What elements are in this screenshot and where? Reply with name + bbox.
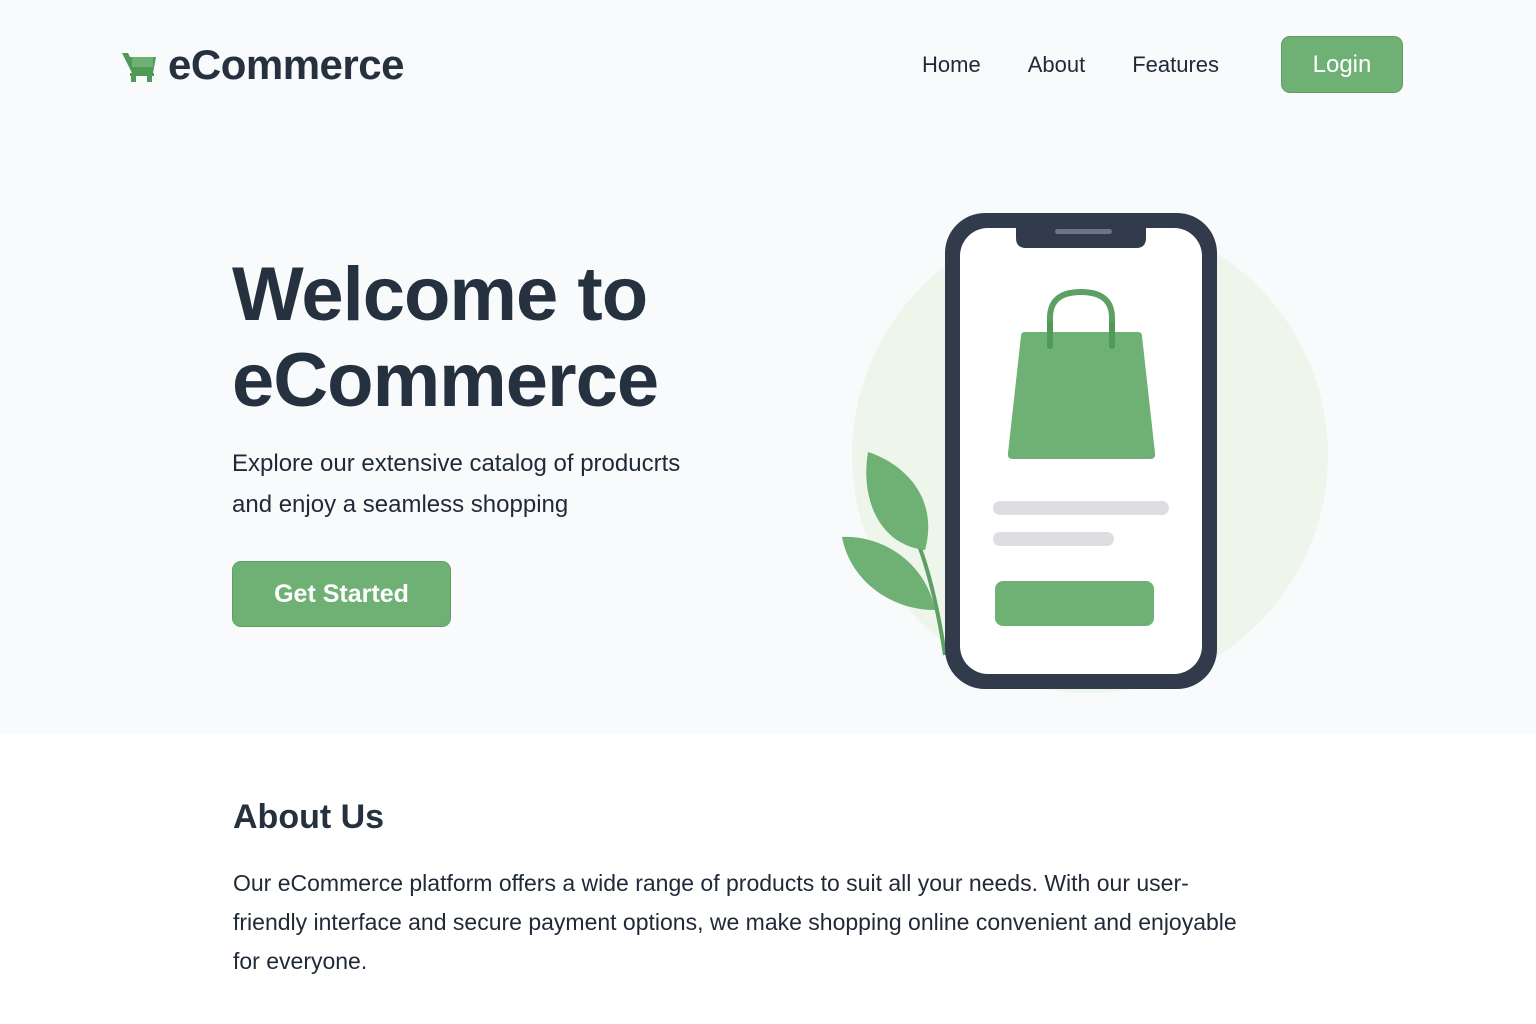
main-nav: Home About Features (900, 36, 1266, 93)
brand-logo[interactable]: eCommerce (120, 40, 404, 90)
about-title: About Us (233, 798, 385, 836)
hero-subtitle-line-2: and enjoy a seamless shopping (232, 491, 569, 518)
nav-link-features[interactable]: Features (1132, 52, 1219, 78)
hero-subtitle-line-1: Explore our extensive catalog of producr… (232, 450, 681, 477)
hero-title: Welcome to eCommerce (232, 252, 792, 424)
nav-link-about[interactable]: About (1028, 52, 1086, 78)
hero-subtitle: Explore our extensive catalog of producr… (232, 443, 752, 525)
hero-title-line-2: eCommerce (232, 338, 659, 423)
login-button[interactable]: Login (1281, 36, 1403, 93)
phone-screen-button (995, 581, 1154, 626)
shopping-cart-icon (122, 53, 156, 82)
top-navigation-bar: eCommerce Home About Features Login (0, 0, 1536, 130)
nav-link-home[interactable]: Home (922, 52, 981, 78)
brand-name: eCommerce (168, 41, 404, 88)
hero-illustration (842, 213, 1328, 693)
placeholder-line-1 (993, 501, 1169, 515)
get-started-button[interactable]: Get Started (232, 561, 451, 627)
hero-title-line-1: Welcome to (232, 252, 648, 337)
placeholder-line-2 (993, 532, 1114, 546)
about-body: Our eCommerce platform offers a wide ran… (233, 870, 1237, 974)
